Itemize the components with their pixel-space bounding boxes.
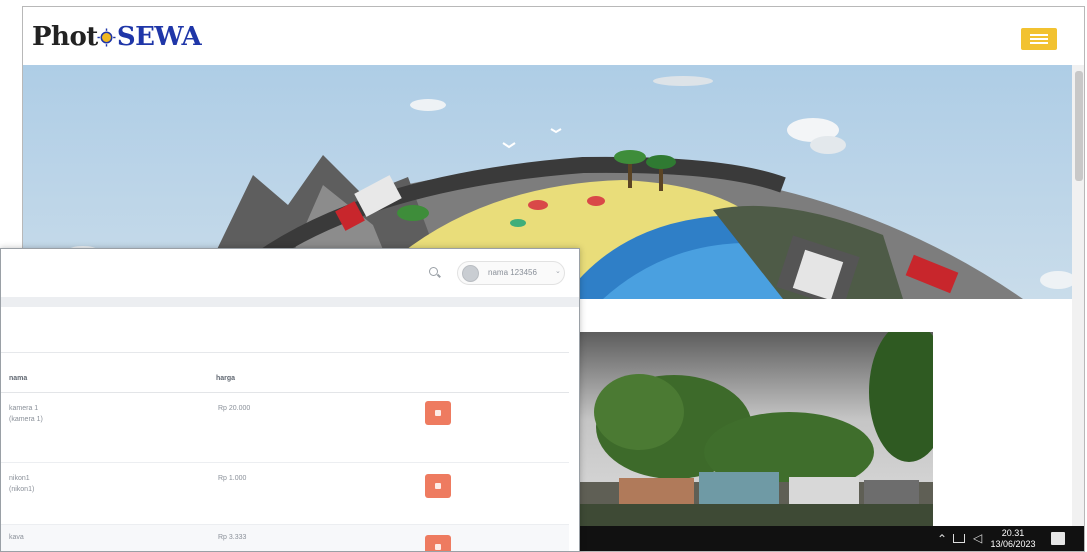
chevron-up-icon[interactable]: ⌃ — [937, 532, 947, 546]
notification-icon[interactable] — [1051, 532, 1065, 545]
row-subname: (kamera 1) — [9, 416, 43, 423]
delete-button[interactable] — [425, 474, 451, 498]
content-photo-image — [579, 332, 933, 526]
brand-text-part1: Phot — [32, 22, 98, 52]
card-header — [1, 307, 569, 353]
row-price: Rp 3.333 — [218, 534, 247, 541]
hamburger-menu-icon — [1030, 34, 1048, 36]
clock-date: 13/06/2023 — [990, 539, 1036, 549]
clock-time: 20.31 — [1001, 528, 1025, 538]
page-scrollbar-thumb[interactable] — [1075, 71, 1083, 181]
volume-icon[interactable]: ◁ — [973, 531, 982, 545]
trash-icon — [435, 483, 441, 489]
row-name: nikon1 — [9, 475, 30, 482]
avatar — [462, 265, 479, 282]
user-menu[interactable]: nama 123456 ⌄ — [457, 261, 565, 285]
admin-window: nama 123456 ⌄ nama harga kamera 1 (kamer… — [0, 248, 580, 552]
page-header-band — [1, 297, 579, 307]
network-icon[interactable] — [953, 534, 965, 543]
hamburger-menu-button[interactable] — [1021, 28, 1057, 50]
brand-logo[interactable]: Phot SEWA — [32, 22, 202, 52]
admin-topbar: nama 123456 ⌄ — [1, 249, 579, 297]
row-price: Rp 20.000 — [218, 405, 251, 412]
delete-button[interactable] — [425, 401, 451, 425]
delete-button[interactable] — [425, 535, 451, 551]
sun-icon — [97, 28, 116, 47]
table-row: kamera 1 (kamera 1) Rp 20.000 — [1, 393, 569, 463]
column-header-name: nama — [9, 375, 28, 382]
column-header-price: harga — [216, 375, 236, 382]
table-header: nama harga — [1, 365, 569, 393]
row-name: kamera 1 — [9, 405, 39, 412]
chevron-down-icon: ⌄ — [555, 268, 561, 275]
search-icon[interactable] — [429, 267, 438, 276]
brand-text-part2: SEWA — [116, 22, 202, 52]
row-subname: (nikon1) — [9, 486, 35, 493]
row-name: kava — [9, 534, 24, 541]
site-navbar: Phot SEWA — [23, 7, 1084, 65]
table-row: nikon1 (nikon1) Rp 1.000 — [1, 463, 569, 525]
table-row: kava Rp 3.333 — [1, 525, 569, 551]
user-name: nama 123456 — [488, 268, 537, 277]
trash-icon — [435, 410, 441, 416]
taskbar-clock[interactable]: 20.31 13/06/2023 — [989, 528, 1037, 550]
row-price: Rp 1.000 — [218, 475, 247, 482]
trash-icon — [435, 544, 441, 550]
